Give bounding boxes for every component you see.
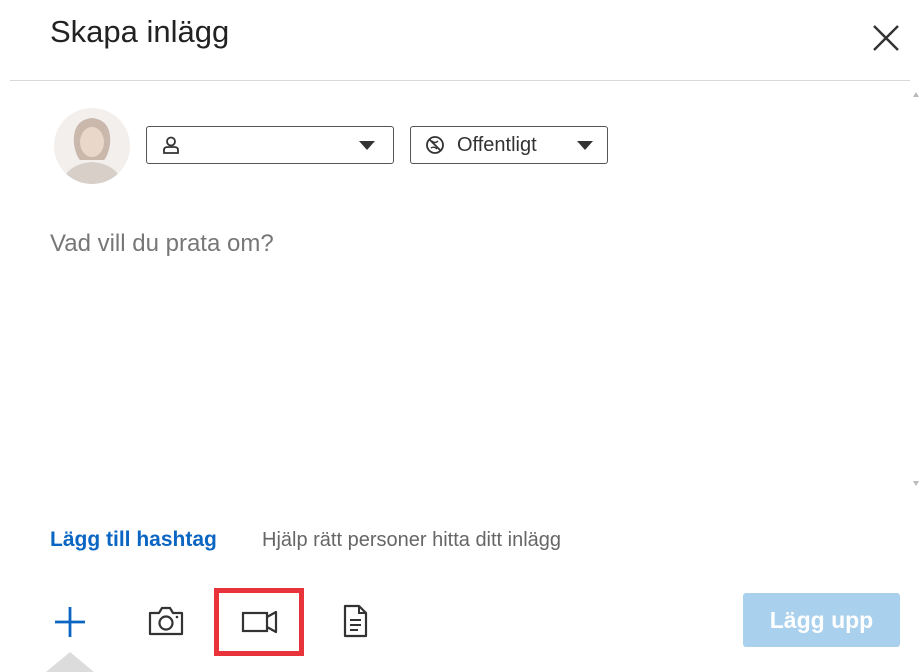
- post-button[interactable]: Lägg upp: [743, 593, 900, 647]
- add-document-button[interactable]: [340, 602, 370, 640]
- video-icon: [241, 610, 278, 634]
- add-content-button[interactable]: [52, 604, 88, 640]
- author-selector[interactable]: [146, 126, 394, 164]
- hashtag-help-text: Hjälp rätt personer hitta ditt inlägg: [262, 529, 562, 551]
- scroll-up-icon[interactable]: [913, 92, 919, 97]
- post-textarea[interactable]: Vad vill du prata om?: [50, 230, 890, 490]
- header-divider: [10, 80, 910, 81]
- add-video-button[interactable]: [214, 588, 304, 656]
- document-icon: [343, 604, 368, 638]
- chevron-down-icon: [359, 141, 375, 150]
- visibility-selector[interactable]: Offentligt: [410, 126, 608, 164]
- dialog-title: Skapa inlägg: [50, 14, 230, 49]
- camera-icon: [148, 606, 184, 636]
- plus-icon: [55, 607, 85, 637]
- active-tool-pointer: [46, 652, 94, 672]
- close-button[interactable]: [866, 18, 906, 58]
- close-icon: [873, 25, 899, 51]
- avatar: [54, 108, 130, 184]
- visibility-label: Offentligt: [457, 134, 537, 156]
- person-icon: [163, 136, 179, 154]
- globe-off-icon: [426, 136, 444, 154]
- scroll-down-icon[interactable]: [913, 481, 919, 486]
- scrollbar[interactable]: [910, 88, 922, 490]
- profile-photo: [54, 108, 130, 184]
- dialog-header: Skapa inlägg: [0, 0, 922, 80]
- add-photo-button[interactable]: [146, 602, 186, 640]
- add-hashtag-link[interactable]: Lägg till hashtag: [50, 528, 217, 552]
- chevron-down-icon: [577, 141, 593, 150]
- compose-placeholder: Vad vill du prata om?: [50, 230, 274, 257]
